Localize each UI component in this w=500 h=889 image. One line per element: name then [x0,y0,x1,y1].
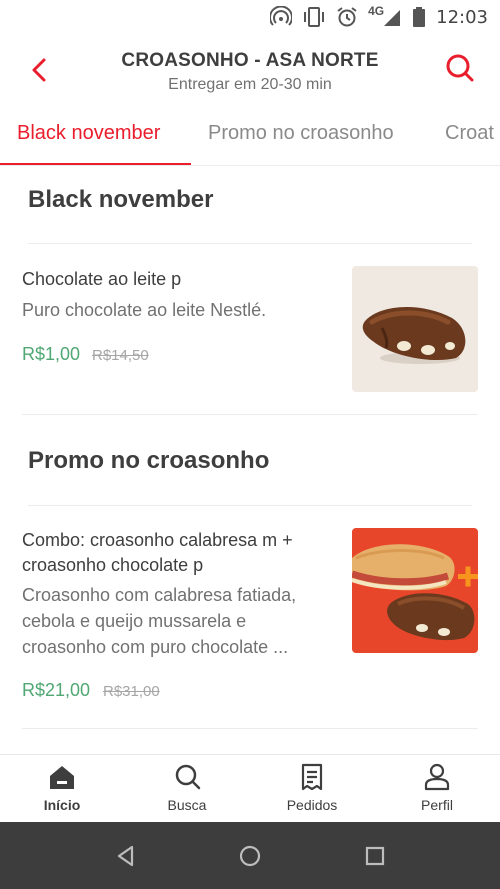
chocolate-croissant-image [362,306,466,364]
square-recents-icon [365,846,385,866]
item-name-line: croasonho chocolate p [22,555,204,575]
tab-croat[interactable]: Croat [445,122,494,145]
battery-icon [413,7,426,27]
item-name: Combo: croasonho calabresa m + croasonho… [22,528,337,578]
tab-promo-no-croasonho[interactable]: Promo no croasonho [208,122,394,145]
item-image [352,266,478,392]
item-description: Croasonho com calabresa fatiada, cebola … [22,582,337,660]
store-header: CROASONHO - ASA NORTE Entregar em 20-30 … [0,34,500,110]
nav-inicio[interactable]: Início [17,763,107,813]
section-title: Promo no croasonho [28,447,270,474]
category-tabs: Black november Promo no croasonho Croat [0,110,500,166]
item-name: Chocolate ao leite p [22,269,182,289]
nav-perfil[interactable]: Perfil [392,763,482,813]
nav-label: Busca [167,797,207,813]
triangle-back-icon [117,845,134,867]
active-tab-indicator [0,163,191,165]
android-navigation-bar [0,822,500,889]
search-button[interactable] [442,50,478,86]
nav-label: Pedidos [286,797,338,813]
profile-icon [424,763,450,791]
hotspot-icon [270,6,293,26]
home-icon [50,766,74,789]
signal-icon [384,10,401,26]
item-description-line: cebola e queijo mussarela e [22,611,247,631]
divider [22,728,478,729]
item-name-line: Combo: croasonho calabresa m + [22,530,293,550]
store-title: CROASONHO - ASA NORTE [121,50,379,71]
item-old-price: R$31,00 [103,683,160,700]
search-icon [175,764,201,790]
nav-label: Perfil [421,797,453,813]
network-type: 4G [368,4,385,18]
nav-pedidos[interactable]: Pedidos [267,763,357,813]
section-title: Black november [28,186,214,213]
item-description-line: Croasonho com calabresa fatiada, [22,585,297,605]
android-back-button[interactable] [112,842,140,870]
item-image [352,528,478,653]
orders-icon [301,763,323,791]
item-description: Puro chocolate ao leite Nestlé. [22,300,267,320]
android-recents-button[interactable] [361,842,389,870]
divider [28,243,472,244]
alarm-icon [337,7,357,27]
divider [28,505,472,506]
bottom-navigation: Início Busca Pedidos Perfil [0,754,500,822]
item-price: R$1,00 [22,344,81,364]
android-home-button[interactable] [236,842,264,870]
vibrate-icon [304,7,325,27]
combo-croissant-image [352,544,478,641]
nav-busca[interactable]: Busca [142,763,232,813]
item-price: R$21,00 [22,680,91,700]
status-bar: 4G 12:03 [0,0,500,34]
divider [22,414,478,415]
circle-home-icon [239,845,261,867]
clock: 12:03 [436,6,488,28]
tab-black-november[interactable]: Black november [17,122,160,145]
nav-label: Início [43,797,81,813]
delivery-time: Entregar em 20-30 min [168,76,332,93]
item-description-line: croasonho com puro chocolate ... [22,637,289,657]
search-icon [446,54,474,82]
item-old-price: R$14,50 [92,347,149,364]
